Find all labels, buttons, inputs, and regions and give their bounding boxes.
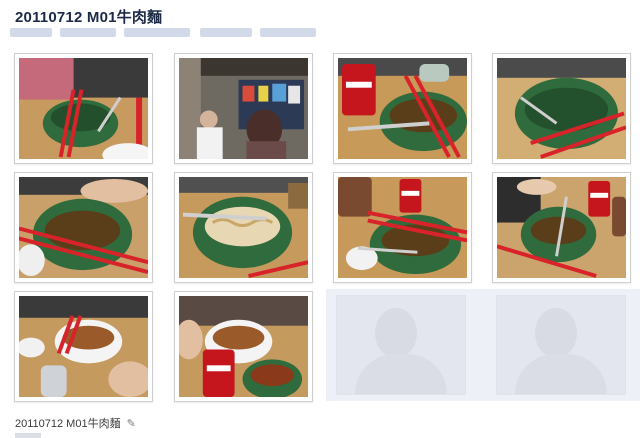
photo-thumbnail-10[interactable]: [174, 291, 313, 402]
photo-thumbnail-5[interactable]: [14, 172, 153, 283]
photo-thumbnail-2[interactable]: [174, 53, 313, 164]
photo-thumbnail-8[interactable]: [492, 172, 631, 283]
album-caption-text: 20110712 M01牛肉麵: [15, 418, 121, 430]
photo-thumbnail-6[interactable]: [174, 172, 313, 283]
photo-thumbnail-7[interactable]: [333, 172, 472, 283]
photo-thumbnail-9[interactable]: [14, 291, 153, 402]
caption-subtext-blurred: [15, 433, 41, 438]
photo-placeholder-area: [326, 289, 640, 401]
photo-thumbnail-1[interactable]: [14, 53, 153, 164]
pencil-icon[interactable]: ✎: [127, 417, 136, 430]
photo-thumbnail-3[interactable]: [333, 53, 472, 164]
album-caption: 20110712 M01牛肉麵 ✎: [15, 415, 136, 431]
placeholder-thumbnail: [336, 295, 466, 395]
placeholder-thumbnail: [496, 295, 626, 395]
photo-thumbnail-4[interactable]: [492, 53, 631, 164]
photo-grid: [0, 0, 640, 402]
